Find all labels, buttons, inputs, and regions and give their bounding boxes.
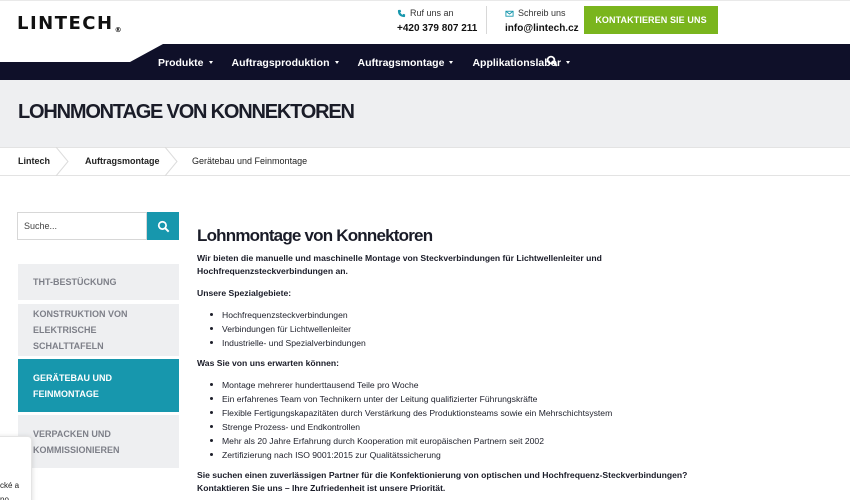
- logo-registered-mark: ®: [114, 26, 122, 34]
- phone-label: Ruf uns an: [410, 8, 454, 18]
- main-content: Lohnmontage von Konnektoren Wir bieten d…: [197, 226, 717, 495]
- breadcrumb-item-home[interactable]: Lintech: [18, 156, 50, 166]
- nav-item-label: Auftragsmontage: [357, 56, 445, 69]
- logo[interactable]: LINTECH®: [17, 13, 122, 34]
- breadcrumb-separator-icon: [55, 147, 69, 176]
- page-title-band: LOHNMONTAGE VON KONNEKTOREN: [0, 80, 850, 147]
- phone-icon: [397, 9, 406, 17]
- search-icon[interactable]: [546, 55, 558, 67]
- email-label: Schreib uns: [518, 8, 566, 18]
- sidebar-search-button[interactable]: [147, 212, 179, 240]
- sidebar-item-tht-bestueckung[interactable]: THT-BESTÜCKUNG: [18, 264, 179, 300]
- phone-number[interactable]: +420 379 807 211: [397, 23, 477, 34]
- list-item: Industrielle- und Spezialverbindungen: [209, 336, 717, 350]
- envelope-icon: [505, 10, 514, 17]
- email-address[interactable]: info@lintech.cz: [505, 23, 579, 34]
- cookie-text: no: [0, 495, 9, 500]
- closing-paragraph: Sie suchen einen zuverlässigen Partner f…: [197, 470, 688, 493]
- list-item: Ein erfahrenes Team von Technikern unter…: [209, 392, 717, 406]
- expect-list: Montage mehrerer hunderttausend Teile pr…: [209, 378, 717, 462]
- email-contact[interactable]: Schreib uns info@lintech.cz: [505, 7, 579, 34]
- caret-down-icon: [334, 61, 339, 64]
- breadcrumb-separator-icon: [164, 147, 178, 176]
- sidebar-item-verpacken[interactable]: VERPACKEN UND KOMMISSIONIEREN: [18, 415, 179, 468]
- page-title: LOHNMONTAGE VON KONNEKTOREN: [18, 101, 355, 123]
- nav-item-auftragsmontage[interactable]: Auftragsmontage: [358, 44, 454, 80]
- main-nav: Produkte Auftragsproduktion Auftragsmont…: [0, 44, 850, 80]
- caret-down-icon: [208, 61, 213, 64]
- list-item: Montage mehrerer hunderttausend Teile pr…: [209, 378, 717, 392]
- list-item: Strenge Prozess- und Endkontrollen: [209, 420, 717, 434]
- nav-item-auftragsproduktion[interactable]: Auftragsproduktion: [232, 44, 339, 80]
- nav-item-produkte[interactable]: Produkte: [158, 44, 213, 80]
- special-title: Unsere Spezialgebiete:: [197, 288, 292, 298]
- caret-down-icon: [566, 61, 571, 64]
- sidebar-item-label: VERPACKEN UND KOMMISSIONIEREN: [33, 428, 120, 455]
- caret-down-icon: [449, 61, 454, 64]
- list-item: Hochfrequenzsteckverbindungen: [209, 308, 717, 322]
- cookie-popup[interactable]: cké a no: [0, 436, 32, 500]
- list-item: Mehr als 20 Jahre Erfahrung durch Kooper…: [209, 434, 717, 448]
- phone-contact[interactable]: Ruf uns an +420 379 807 211: [397, 7, 477, 34]
- contact-us-button[interactable]: KONTAKTIEREN SIE UNS: [584, 6, 718, 34]
- sidebar-item-label: KONSTRUKTION VON ELEKTRISCHE SCHALTTAFEL…: [33, 309, 128, 351]
- sidebar-item-label: GERÄTEBAU UND FEINMONTAGE: [33, 372, 113, 399]
- sidebar-item-geraetebau[interactable]: GERÄTEBAU UND FEINMONTAGE: [18, 359, 179, 412]
- search-icon: [157, 220, 169, 232]
- sidebar-search-input[interactable]: Suche...: [17, 212, 147, 240]
- intro-paragraph: Wir bieten die manuelle und maschinelle …: [197, 253, 602, 276]
- list-item: Flexible Fertigungskapazitäten durch Ver…: [209, 406, 717, 420]
- content-heading: Lohnmontage von Konnektoren: [197, 226, 433, 245]
- logo-text: LINTECH: [17, 13, 114, 34]
- cookie-text: cké a: [0, 481, 20, 490]
- special-list: Hochfrequenzsteckverbindungen Verbindung…: [209, 308, 717, 350]
- breadcrumb-item-current: Gerätebau und Feinmontage: [192, 156, 308, 166]
- nav-item-label: Auftragsproduktion: [231, 56, 330, 69]
- sidebar-item-label: THT-BESTÜCKUNG: [33, 277, 117, 287]
- list-item: Zertifizierung nach ISO 9001:2015 zur Qu…: [209, 448, 717, 462]
- top-header: LINTECH® Ruf uns an +420 379 807 211 Sch…: [0, 0, 850, 44]
- expect-title: Was Sie von uns erwarten können:: [197, 358, 339, 368]
- header-divider: [486, 6, 487, 34]
- nav-item-label: Produkte: [158, 56, 204, 69]
- list-item: Verbindungen für Lichtwellenleiter: [209, 322, 717, 336]
- breadcrumb-item-auftragsmontage[interactable]: Auftragsmontage: [85, 156, 160, 166]
- breadcrumb: Lintech Auftragsmontage Gerätebau und Fe…: [0, 147, 850, 176]
- sidebar-item-konstruktion[interactable]: KONSTRUKTION VON ELEKTRISCHE SCHALTTAFEL…: [18, 304, 179, 356]
